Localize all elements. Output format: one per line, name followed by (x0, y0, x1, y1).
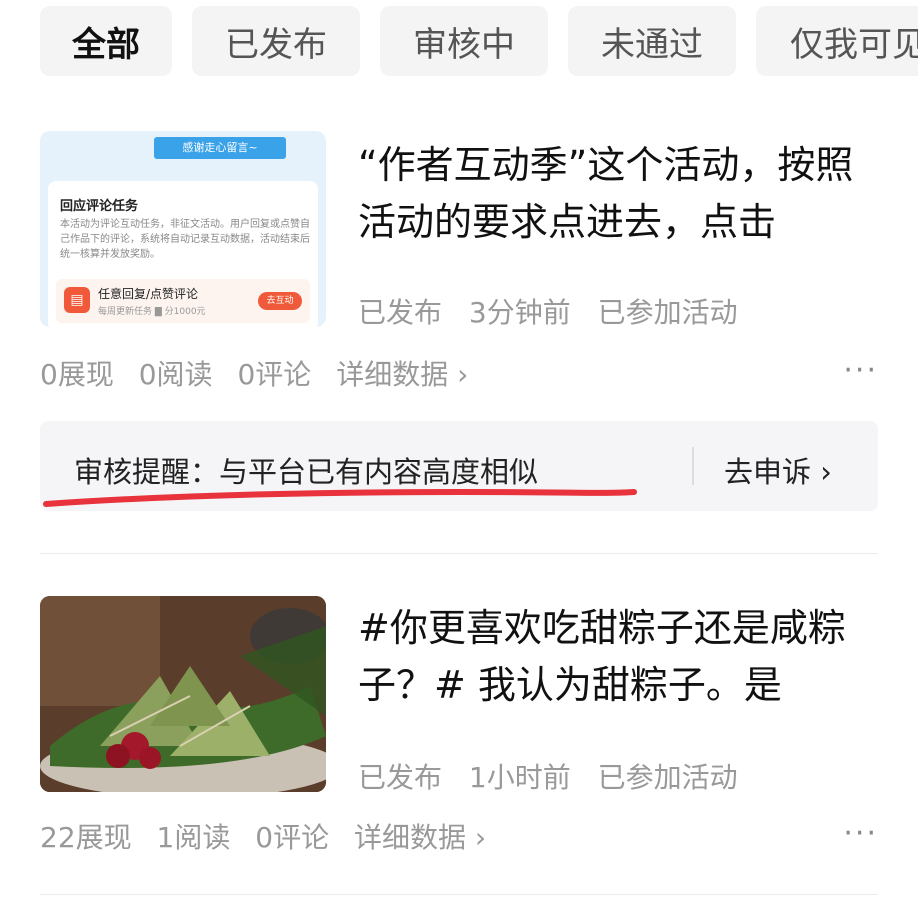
divider (692, 447, 694, 485)
tab-private[interactable]: 仅我可见 (756, 6, 918, 76)
article-title[interactable]: #你更喜欢吃甜粽子还是咸粽子？# 我认为甜粽子。是 (358, 600, 878, 714)
time-label: 1小时前 (468, 761, 571, 794)
article-meta: 已发布 1小时前 已参加活动 (358, 756, 756, 796)
article-title[interactable]: “作者互动季”这个活动，按照活动的要求点进去，点击 (358, 137, 878, 251)
article-card[interactable]: 感谢走心留言~ 回应评论任务 本活动为评论互动任务，非征文活动。用户回复或点赞自… (40, 131, 878, 411)
zongzi-image (40, 596, 326, 792)
tab-all[interactable]: 全部 (40, 6, 172, 76)
thumb-task-name: 任意回复/点赞评论 (98, 287, 199, 301)
tab-reviewing[interactable]: 审核中 (380, 6, 548, 76)
comments-count: 0评论 (255, 821, 330, 854)
thumb-ribbon: 感谢走心留言~ (154, 137, 286, 159)
thumb-task-card: 回应评论任务 本活动为评论互动任务，非征文活动。用户回复或点赞自己作品下的评论，… (48, 181, 318, 327)
task-calendar-icon: ▤ (64, 287, 90, 313)
status-label: 已发布 (358, 296, 443, 329)
article-thumbnail[interactable] (40, 596, 326, 792)
impressions-count: 22展现 (40, 821, 132, 854)
thumb-card-title: 回应评论任务 (60, 199, 139, 214)
reads-count: 0阅读 (138, 358, 213, 391)
review-notice-text: 审核提醒：与平台已有内容高度相似 (74, 455, 539, 489)
thumb-task-row: ▤ 任意回复/点赞评论 每周更新任务 ▇ 分1000元 去互动 (56, 279, 310, 323)
filter-tabs: 全部 已发布 审核中 未通过 仅我可见 (40, 6, 918, 78)
activity-label: 已参加活动 (597, 761, 738, 794)
red-underline-annotation (43, 488, 637, 507)
detail-data-link[interactable]: 详细数据 › (354, 821, 486, 854)
activity-label: 已参加活动 (597, 296, 738, 329)
thumb-task-sub: 每周更新任务 ▇ 分1000元 (98, 307, 206, 317)
thumb-card-desc: 本活动为评论互动任务，非征文活动。用户回复或点赞自己作品下的评论，系统将自动记录… (60, 219, 310, 260)
detail-data-link[interactable]: 详细数据 › (336, 358, 468, 391)
divider (40, 894, 878, 895)
reads-count: 1阅读 (156, 821, 231, 854)
more-options-icon[interactable]: ··· (843, 816, 878, 851)
article-stats: 0展现 0阅读 0评论 详细数据 › (40, 353, 484, 393)
thumb-go-button: 去互动 (258, 292, 302, 310)
time-label: 3分钟前 (468, 296, 571, 329)
article-meta: 已发布 3分钟前 已参加活动 (358, 291, 756, 331)
status-label: 已发布 (358, 761, 443, 794)
appeal-button[interactable]: 去申诉 › (724, 449, 832, 491)
divider (40, 553, 878, 554)
tab-rejected[interactable]: 未通过 (568, 6, 736, 76)
article-stats: 22展现 1阅读 0评论 详细数据 › (40, 816, 502, 856)
more-options-icon[interactable]: ··· (843, 353, 878, 388)
article-card[interactable]: #你更喜欢吃甜粽子还是咸粽子？# 我认为甜粽子。是 已发布 1小时前 已参加活动… (40, 596, 878, 866)
impressions-count: 0展现 (40, 358, 114, 391)
comments-count: 0评论 (237, 358, 312, 391)
tab-published[interactable]: 已发布 (192, 6, 360, 76)
article-thumbnail[interactable]: 感谢走心留言~ 回应评论任务 本活动为评论互动任务，非征文活动。用户回复或点赞自… (40, 131, 326, 327)
